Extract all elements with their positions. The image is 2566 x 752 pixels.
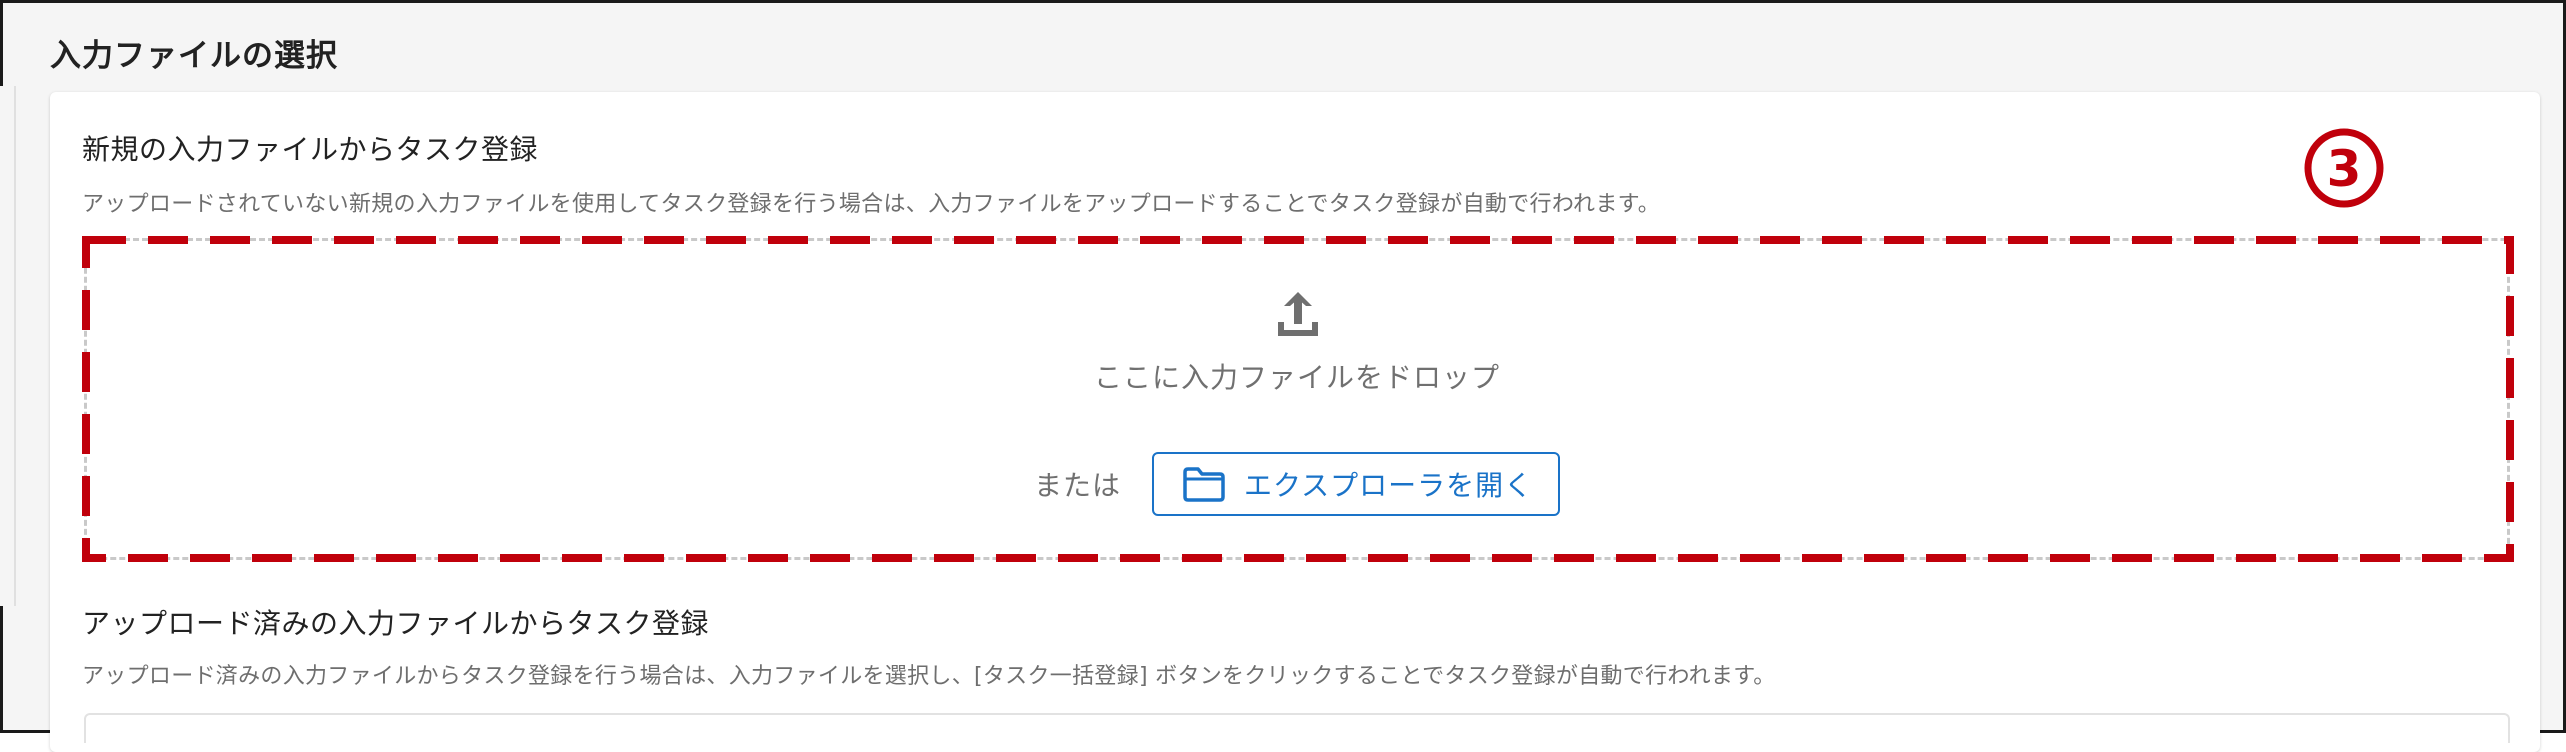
- annotation-dashed-highlight: [82, 236, 2514, 562]
- uploaded-files-description: アップロード済みの入力ファイルからタスク登録を行う場合は、入力ファイルを選択し、…: [82, 664, 1776, 689]
- uploaded-files-title: アップロード済みの入力ファイルからタスク登録: [82, 607, 710, 640]
- left-rail: [0, 86, 16, 606]
- uploaded-files-list: [84, 713, 2510, 743]
- step-number-badge: 3: [2304, 128, 2384, 208]
- new-upload-description: アップロードされていない新規の入力ファイルを使用してタスク登録を行う場合は、入力…: [82, 192, 1661, 217]
- svg-text:3: 3: [2327, 140, 2362, 198]
- new-upload-title: 新規の入力ファイルからタスク登録: [82, 133, 539, 166]
- section-title: 入力ファイルの選択: [50, 38, 338, 74]
